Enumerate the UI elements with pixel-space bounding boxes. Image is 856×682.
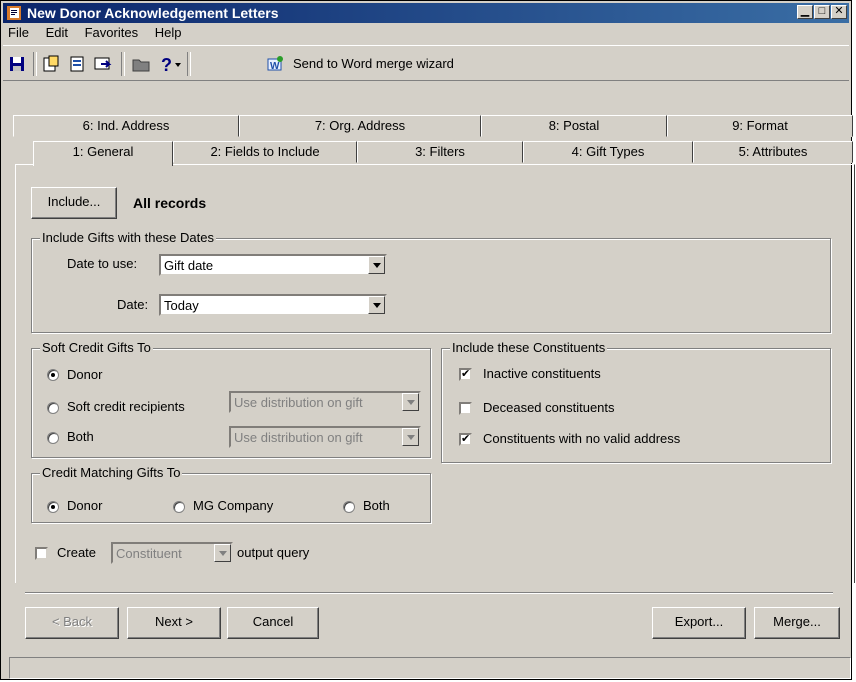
no-valid-address-checkbox[interactable]	[459, 432, 472, 446]
gift-dates-group: Include Gifts with these Dates	[31, 230, 831, 333]
matching-both-label[interactable]: Both	[363, 498, 390, 513]
no-valid-address-label[interactable]: Constituents with no valid address	[483, 431, 680, 446]
back-button[interactable]: < Back	[25, 607, 119, 639]
soft-credit-both-select[interactable]: Use distribution on gift	[229, 426, 421, 448]
tab-general[interactable]: 1: General	[33, 141, 173, 166]
create-label[interactable]: Create	[57, 545, 96, 560]
soft-credit-recipients-label[interactable]: Soft credit recipients	[67, 399, 185, 414]
tab-gift-types[interactable]: 4: Gift Types	[523, 141, 693, 163]
menu-favorites[interactable]: Favorites	[85, 25, 138, 40]
maximize-button[interactable]: □	[814, 5, 830, 19]
save-icon[interactable]	[7, 54, 27, 74]
toolbar-separator	[33, 52, 37, 76]
soft-credit-recipients-radio[interactable]	[47, 402, 59, 414]
include-value: All records	[133, 195, 207, 211]
constituents-legend: Include these Constituents	[450, 340, 608, 355]
svg-text:W: W	[270, 61, 280, 72]
inactive-constituents-label[interactable]: Inactive constituents	[483, 366, 601, 381]
status-bar	[9, 657, 851, 679]
gift-dates-legend: Include Gifts with these Dates	[40, 230, 216, 245]
close-button[interactable]: ✕	[831, 5, 847, 19]
menu-bar: File Edit Favorites Help	[3, 25, 189, 43]
chevron-down-icon[interactable]	[368, 256, 385, 274]
soft-credit-donor-radio[interactable]	[47, 369, 59, 381]
toolbar-separator	[121, 52, 125, 76]
query-type-value: Constituent	[116, 546, 182, 561]
recipients-distribution-value: Use distribution on gift	[234, 395, 363, 410]
deceased-constituents-checkbox[interactable]	[459, 402, 472, 415]
create-query-checkbox[interactable]	[35, 547, 48, 560]
inactive-constituents-checkbox[interactable]	[459, 367, 472, 381]
minimize-button[interactable]: ▁	[797, 5, 813, 19]
matching-donor-radio[interactable]	[47, 501, 59, 513]
output-query-label: output query	[237, 545, 310, 560]
export-button[interactable]: Export...	[652, 607, 746, 639]
merge-wizard-icon[interactable]: W	[265, 54, 285, 74]
divider	[25, 592, 833, 594]
tab-filters[interactable]: 3: Filters	[357, 141, 523, 163]
date-to-use-select[interactable]: Gift date	[159, 254, 387, 276]
date-label: Date:	[117, 297, 149, 312]
next-button[interactable]: Next >	[127, 607, 221, 639]
toolbar-separator	[187, 52, 191, 76]
soft-credit-both-label[interactable]: Both	[67, 429, 94, 444]
tab-ind-address[interactable]: 6: Ind. Address	[13, 115, 239, 137]
chevron-down-icon[interactable]	[402, 393, 419, 411]
date-to-use-value: Gift date	[164, 258, 214, 273]
properties-icon[interactable]	[41, 54, 61, 74]
tab-postal[interactable]: 8: Postal	[481, 115, 667, 137]
tab-attributes[interactable]: 5: Attributes	[693, 141, 853, 163]
date-select[interactable]: Today	[159, 294, 387, 316]
deceased-constituents-label[interactable]: Deceased constituents	[483, 400, 615, 415]
toolbar: ? W Send to Word merge wizard	[3, 45, 849, 81]
letters-app-icon	[7, 6, 21, 20]
main-window: New Donor Acknowledgement Letters ▁ □ ✕ …	[0, 0, 855, 680]
send-to-word-merge-wizard-button[interactable]: Send to Word merge wizard	[293, 56, 454, 71]
merge-button[interactable]: Merge...	[754, 607, 840, 639]
chevron-down-icon[interactable]	[368, 296, 385, 314]
chevron-down-icon[interactable]	[214, 544, 231, 562]
menu-file[interactable]: File	[8, 25, 29, 40]
soft-credit-recipients-select[interactable]: Use distribution on gift	[229, 391, 421, 413]
include-button[interactable]: Include...	[31, 187, 117, 219]
svg-text:?: ?	[161, 55, 172, 74]
word-document-icon[interactable]	[67, 54, 87, 74]
soft-credit-donor-label[interactable]: Donor	[67, 367, 102, 382]
matching-gifts-legend: Credit Matching Gifts To	[40, 465, 183, 480]
matching-mg-company-radio[interactable]	[173, 501, 185, 513]
both-distribution-value: Use distribution on gift	[234, 430, 363, 445]
date-to-use-label: Date to use:	[67, 256, 138, 271]
soft-credit-legend: Soft Credit Gifts To	[40, 340, 153, 355]
menu-edit[interactable]: Edit	[46, 25, 68, 40]
matching-mg-company-label[interactable]: MG Company	[193, 498, 273, 513]
query-type-select[interactable]: Constituent	[111, 542, 233, 564]
tab-org-address[interactable]: 7: Org. Address	[239, 115, 481, 137]
folder-icon[interactable]	[131, 54, 151, 74]
window-title: New Donor Acknowledgement Letters	[27, 5, 279, 21]
matching-both-radio[interactable]	[343, 501, 355, 513]
chevron-down-icon[interactable]	[402, 428, 419, 446]
cancel-button[interactable]: Cancel	[227, 607, 319, 639]
date-value: Today	[164, 298, 199, 313]
soft-credit-both-radio[interactable]	[47, 432, 59, 444]
tab-fields-to-include[interactable]: 2: Fields to Include	[173, 141, 357, 163]
matching-donor-label[interactable]: Donor	[67, 498, 102, 513]
menu-help[interactable]: Help	[155, 25, 182, 40]
help-dropdown-icon[interactable]	[173, 54, 183, 74]
title-bar: New Donor Acknowledgement Letters ▁ □ ✕	[3, 3, 849, 23]
export-icon[interactable]	[93, 54, 113, 74]
tab-format[interactable]: 9: Format	[667, 115, 853, 137]
